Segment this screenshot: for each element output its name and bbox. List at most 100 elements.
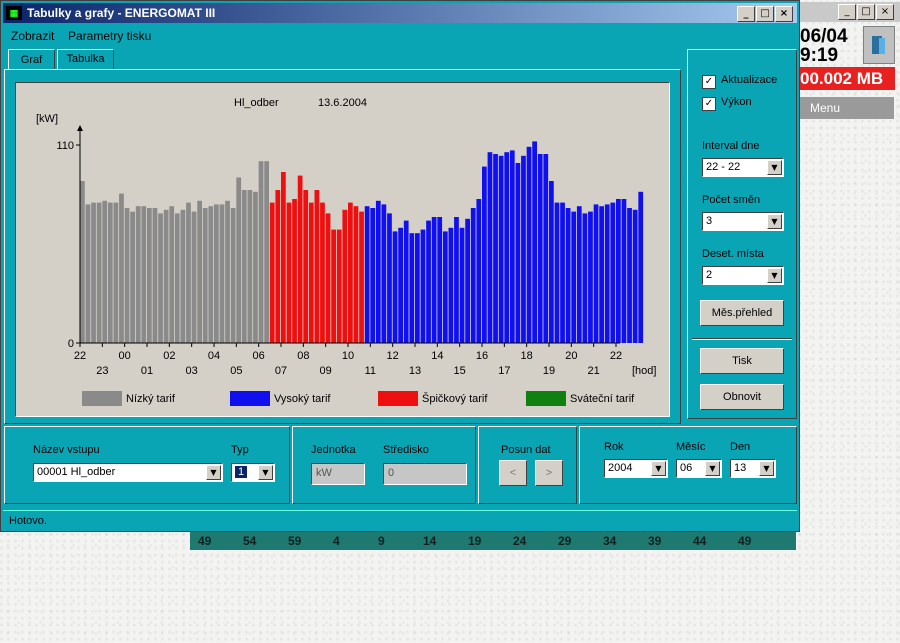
bar: [638, 191, 644, 343]
bar: [470, 208, 476, 343]
pocet-smen-value: 3: [706, 215, 713, 227]
vykon-checkbox[interactable]: ✓: [702, 97, 716, 111]
bar: [375, 200, 381, 343]
y-axis-label: [kW]: [36, 113, 58, 125]
bar: [387, 213, 392, 343]
bar: [174, 213, 180, 343]
bar: [521, 155, 526, 343]
chevron-down-icon[interactable]: ▼: [767, 268, 782, 283]
obnovit-button[interactable]: Obnovit: [700, 384, 784, 410]
bar: [576, 206, 582, 343]
deset-mista-label: Deset. místa: [702, 248, 764, 260]
background-app-window: _ □ × 06/04 9:19 00.002 MB Menu: [800, 0, 900, 125]
deset-mista-select[interactable]: 2 ▼: [702, 266, 784, 285]
background-menu-button[interactable]: Menu: [800, 97, 894, 119]
pocet-smen-select[interactable]: 3 ▼: [702, 212, 784, 231]
bar: [498, 155, 504, 343]
bar: [526, 146, 532, 343]
shift-group: Posun dat < >: [478, 426, 577, 504]
typ-select[interactable]: 1 ▼: [231, 463, 275, 482]
mes-prehled-button[interactable]: Měs.přehled: [700, 300, 784, 326]
x-tick-label: 10: [342, 350, 354, 362]
door-icon[interactable]: [863, 26, 895, 64]
bar: [225, 200, 230, 343]
rok-select[interactable]: 2004 ▼: [604, 459, 668, 478]
bar: [147, 208, 152, 343]
bar: [253, 191, 258, 343]
bar: [426, 220, 431, 343]
status-text: Hotovo.: [9, 515, 47, 527]
bar: [370, 208, 376, 343]
bar: [275, 190, 281, 343]
mesic-select[interactable]: 06 ▼: [676, 459, 722, 478]
legend-label-vysoky: Vysoký tarif: [274, 393, 331, 405]
bar: [130, 211, 135, 343]
chevron-down-icon[interactable]: ▼: [767, 214, 782, 229]
x-tick-label: 20: [565, 350, 577, 362]
bar: [158, 213, 163, 343]
ruler-number: 49: [198, 534, 212, 548]
chevron-down-icon[interactable]: ▼: [767, 160, 782, 175]
bar: [560, 202, 565, 343]
minimize-icon[interactable]: _: [737, 6, 755, 22]
stredisko-field: 0: [383, 463, 467, 485]
bar: [119, 193, 124, 343]
window-titlebar[interactable]: ▦ Tabulky a grafy - ENERGOMAT III _ □ ×: [3, 3, 797, 23]
bar: [303, 190, 309, 343]
bar: [331, 229, 336, 343]
tab-tabulka[interactable]: Tabulka: [57, 49, 114, 70]
bar: [197, 200, 202, 343]
date-group: Rok 2004 ▼ Měsíc 06 ▼ Den 13 ▼: [579, 426, 797, 504]
typ-value: 1: [235, 466, 248, 478]
minimize-icon[interactable]: _: [838, 4, 856, 20]
x-tick-label: 19: [543, 365, 555, 377]
bar: [549, 181, 554, 343]
interval-value: 22 - 22: [706, 161, 741, 173]
chevron-down-icon[interactable]: ▼: [206, 465, 221, 480]
bar: [107, 202, 113, 343]
menu-zobrazit[interactable]: Zobrazit: [11, 29, 54, 43]
legend-swatch-vysoky: [230, 391, 270, 406]
aktualizace-checkbox[interactable]: ✓: [702, 75, 716, 89]
chart-date: 13.6.2004: [318, 97, 367, 109]
background-time-ruler: 49 54 59 4 9 14 19 24 29 34 39 44 49: [190, 530, 796, 550]
bar: [186, 202, 191, 343]
bar: [532, 141, 537, 343]
ruler-number: 49: [738, 534, 752, 548]
chart-area: 110 0 22 00 02 04 06 08 10 12 14 16 18 20 22 23 01 03 05 07…: [15, 82, 670, 417]
bar: [554, 202, 560, 343]
nazev-vstupu-select[interactable]: 00001 Hl_odber ▼: [33, 463, 223, 482]
maximize-icon[interactable]: □: [857, 4, 875, 20]
bar: [442, 231, 448, 343]
chevron-down-icon[interactable]: ▼: [258, 465, 273, 480]
bar: [247, 190, 253, 343]
interval-select[interactable]: 22 - 22 ▼: [702, 158, 784, 177]
bar: [241, 190, 247, 343]
chevron-down-icon[interactable]: ▼: [705, 461, 720, 476]
vykon-label: Výkon: [721, 96, 752, 108]
den-select[interactable]: 13 ▼: [730, 459, 776, 478]
next-button[interactable]: >: [535, 460, 563, 486]
x-tick-label: 00: [119, 350, 131, 362]
chevron-down-icon[interactable]: ▼: [651, 461, 666, 476]
tab-graf[interactable]: Graf: [8, 49, 55, 71]
prev-button[interactable]: <: [499, 460, 527, 486]
bar: [325, 213, 331, 343]
bar: [487, 152, 493, 343]
bar: [214, 204, 219, 343]
ruler-number: 39: [648, 534, 662, 548]
bar: [599, 206, 604, 343]
y-axis-arrow: [77, 125, 83, 131]
menubar: Zobrazit Parametry tisku: [3, 25, 797, 45]
maximize-icon[interactable]: □: [756, 6, 774, 22]
menu-parametry-tisku[interactable]: Parametry tisku: [68, 29, 151, 43]
x-axis-label: [hod]: [632, 365, 657, 377]
tisk-button[interactable]: Tisk: [700, 348, 784, 374]
bar: [308, 202, 314, 343]
close-icon[interactable]: ×: [876, 4, 894, 20]
close-icon[interactable]: ×: [775, 6, 793, 22]
bar: [604, 204, 610, 343]
bar: [437, 217, 443, 343]
bar: [202, 208, 208, 343]
chevron-down-icon[interactable]: ▼: [759, 461, 774, 476]
